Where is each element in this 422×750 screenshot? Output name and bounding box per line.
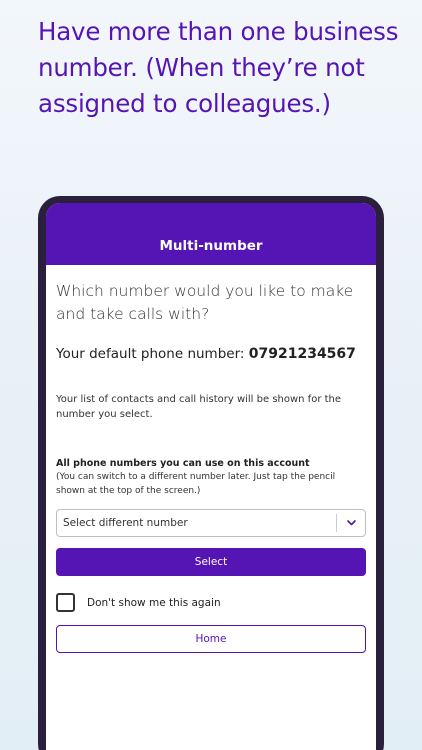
dont-show-again-label[interactable]: Don't show me this again	[87, 597, 221, 609]
default-number-label: Your default phone number:	[56, 346, 245, 362]
number-dropdown-value: Select different number	[63, 517, 188, 529]
numbers-list-note: (You can switch to a different number la…	[56, 472, 336, 496]
number-dropdown[interactable]: Select different number	[56, 509, 366, 537]
default-number-value: 07921234567	[248, 346, 356, 362]
app-screen: Multi-number Which number would you like…	[46, 203, 376, 750]
info-text: Your list of contacts and call history w…	[56, 394, 342, 420]
main-content: Which number would you like to make and …	[46, 280, 376, 653]
page-question: Which number would you like to make and …	[56, 282, 354, 323]
home-button[interactable]: Home	[56, 625, 366, 653]
app-bar-title: Multi-number	[159, 238, 263, 254]
select-button[interactable]: Select	[56, 548, 366, 576]
dont-show-again-row[interactable]: Don't show me this again	[56, 593, 366, 612]
numbers-list-title: All phone numbers you can use on this ac…	[56, 458, 310, 469]
dont-show-again-checkbox[interactable]	[56, 593, 75, 612]
default-number-row: Your default phone number: 07921234567	[56, 346, 366, 362]
promo-headline: Have more than one business number. (Whe…	[38, 17, 399, 118]
app-bar: Multi-number	[46, 203, 376, 265]
chevron-down-icon[interactable]	[337, 520, 365, 526]
